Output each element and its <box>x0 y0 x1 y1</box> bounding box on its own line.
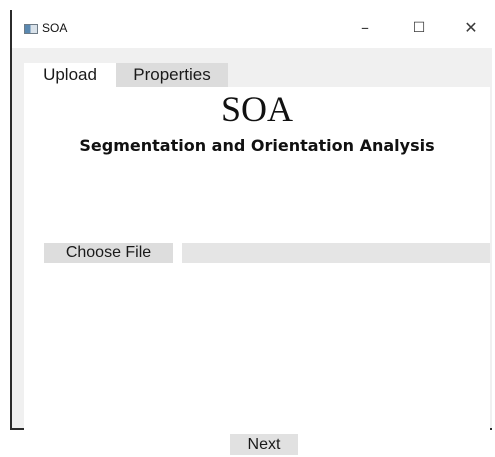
maximize-button[interactable]: ☐ <box>404 17 434 39</box>
title-bar: SOA – ☐ ✕ <box>12 10 492 48</box>
window-title: SOA <box>42 21 68 35</box>
file-path-field[interactable] <box>182 243 490 263</box>
upload-panel: SOA Segmentation and Orientation Analysi… <box>24 87 490 457</box>
app-icon <box>24 24 38 34</box>
window-content: Upload Properties SOA Segmentation and O… <box>12 48 492 457</box>
tab-upload[interactable]: Upload <box>24 63 116 87</box>
choose-file-button[interactable]: Choose File <box>44 243 173 263</box>
minimize-button[interactable]: – <box>350 17 380 39</box>
app-subheading: Segmentation and Orientation Analysis <box>79 136 435 155</box>
app-window: SOA – ☐ ✕ Upload Properties SOA Segmenta… <box>10 10 492 457</box>
close-button[interactable]: ✕ <box>456 17 486 39</box>
next-button[interactable]: Next <box>230 434 298 455</box>
app-heading: SOA <box>220 89 294 129</box>
tab-properties[interactable]: Properties <box>116 63 228 87</box>
